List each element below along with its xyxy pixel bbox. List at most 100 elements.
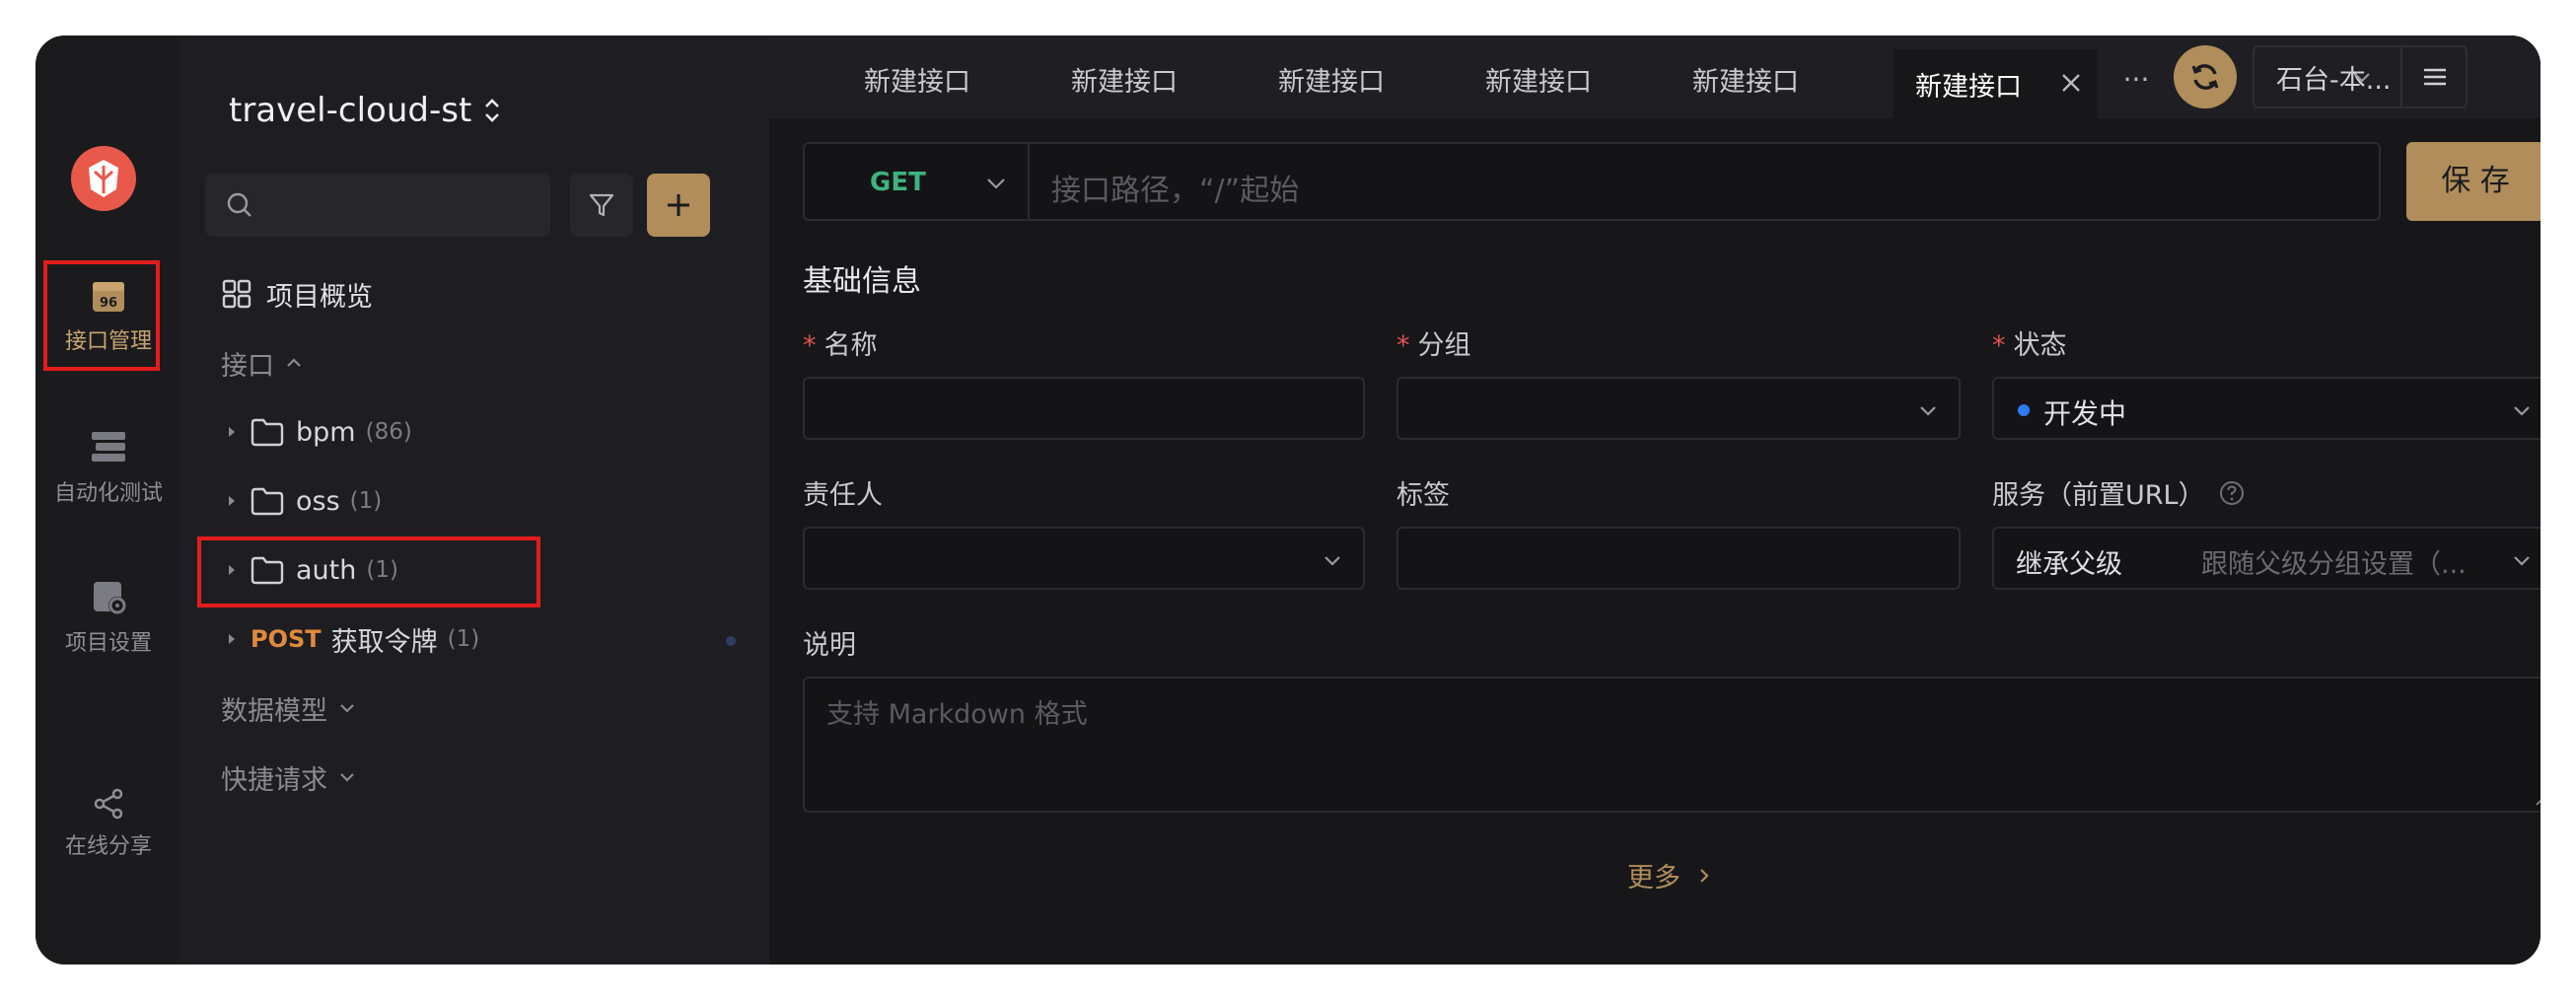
endpoint-row[interactable]: POST 获取令牌 (1) [181,611,769,667]
method-select[interactable]: GET [803,142,1028,221]
search-input[interactable] [205,174,550,237]
save-button[interactable]: 保 存 [2406,142,2540,221]
data-models-label: 数据模型 [221,695,327,727]
tab-new-api[interactable]: 新建接口 [1233,49,1430,108]
automation-icon [92,432,125,462]
chevron-down-icon [340,773,354,782]
tags-input[interactable] [1396,527,1961,590]
more-label: 更多 [1627,863,1681,893]
env-label: 石台-本... [2276,64,2392,96]
tab-label: 新建接口 [1915,71,2022,103]
tab-new-api[interactable]: 新建接口 [819,49,1016,108]
more-tabs-button[interactable]: ··· [2107,49,2166,108]
filter-button[interactable] [570,174,633,237]
save-label: 保 存 [2441,164,2510,198]
description-textarea[interactable]: 支持 Markdown 格式 [803,677,2540,813]
tab-new-api[interactable]: 新建接口 [1440,49,1637,108]
owner-select[interactable] [803,527,1365,590]
path-placeholder: 接口路径，“/”起始 [1051,174,1300,208]
chevron-down-icon [2514,406,2530,416]
menu-icon [2424,68,2446,86]
status-label: * 状态 [1992,323,2067,362]
sync-button[interactable] [2174,45,2237,108]
share-icon [94,788,123,820]
chevron-down-icon [987,179,1005,189]
app-window: 96 接口管理 自动化测试 项目设置 在线分享 travel-cloud-st [36,36,2540,964]
environment-select[interactable]: 石台-本... [2253,45,2468,108]
env-menu-button[interactable] [2400,47,2466,107]
path-input[interactable]: 接口路径，“/”起始 [1028,142,2381,221]
tab-new-api-active[interactable]: 新建接口 [1894,49,2097,118]
project-name: travel-cloud-st [229,91,472,130]
tab-label: 新建接口 [1278,66,1385,98]
rail-item-label: 项目设置 [64,631,152,656]
service-label-text: 服务（前置URL） [1992,480,2205,511]
project-overview-item[interactable]: 项目概览 [181,266,769,321]
tab-new-api[interactable]: 新建接口 [1647,49,1844,108]
app-logo [71,146,136,211]
tags-label: 标签 [1396,480,1450,511]
add-button[interactable] [647,174,710,237]
section-title: 基础信息 [803,264,921,299]
group-label: * 分组 [1396,323,1471,362]
overview-label: 项目概览 [266,281,373,313]
chevron-down-icon [340,704,354,713]
service-label: 服务（前置URL） [1992,473,2245,512]
close-icon[interactable] [2059,71,2083,95]
description-label: 说明 [803,630,856,661]
section-data-models[interactable]: 数据模型 [181,680,769,736]
chevron-down-icon [2354,73,2370,83]
rail-item-automation[interactable]: 自动化测试 [36,426,181,507]
help-icon[interactable] [2219,480,2245,506]
tab-label: 新建接口 [1485,66,1592,98]
quick-requests-label: 快捷请求 [221,764,327,796]
resize-handle-icon[interactable] [2533,791,2540,807]
caret-right-icon [229,427,235,437]
more-link[interactable]: 更多 [1627,856,1714,894]
service-hint: 跟随父级分组设置（... [2201,549,2467,580]
method-value: GET [870,168,926,197]
search-icon [227,192,251,217]
caret-right-icon [229,634,235,644]
section-api[interactable]: 接口 [181,335,769,391]
folder-icon [250,487,284,516]
chevron-down-icon [2514,556,2530,566]
endpoint-dot [726,636,736,646]
folder-name: bpm [296,416,356,448]
chevron-up-icon [287,358,301,367]
folder-row[interactable]: bpm (86) [181,404,769,460]
plus-icon [668,194,689,216]
rail-item-share[interactable]: 在线分享 [36,787,181,860]
status-select[interactable]: 开发中 [1992,377,2540,440]
rail-item-label: 在线分享 [64,834,152,859]
project-switcher[interactable]: travel-cloud-st [229,91,503,130]
section-quick-requests[interactable]: 快捷请求 [181,750,769,805]
updown-chevron-icon [485,99,500,122]
folder-name: oss [296,485,340,517]
method-badge: POST [250,625,322,653]
group-select[interactable] [1396,377,1961,440]
folder-icon [250,418,284,447]
endpoint-name: 获取令牌 [330,626,438,658]
name-input[interactable] [803,377,1365,440]
caret-right-icon [229,496,235,506]
folder-row[interactable]: oss (1) [181,473,769,529]
tab-label: 新建接口 [864,66,970,98]
tab-label: 新建接口 [1071,66,1178,98]
project-settings-icon [94,582,126,614]
endpoint-count: (1) [447,626,480,652]
rail-active-highlight [43,260,160,371]
tab-new-api[interactable]: 新建接口 [1026,49,1223,108]
sync-icon [2191,64,2219,90]
service-select[interactable]: 继承父级 跟随父级分组设置（... [1992,527,2540,590]
rail-item-project-settings[interactable]: 项目设置 [36,576,181,657]
chevron-down-icon [1920,406,1936,416]
nav-rail: 96 接口管理 自动化测试 项目设置 在线分享 [36,36,181,964]
name-label-text: 名称 [823,330,878,361]
filter-icon [589,193,614,217]
group-label-text: 分组 [1417,330,1471,361]
grid-icon [222,279,251,309]
description-placeholder: 支持 Markdown 格式 [826,699,1088,730]
folder-count: (1) [349,488,383,514]
section-api-label: 接口 [221,350,274,382]
